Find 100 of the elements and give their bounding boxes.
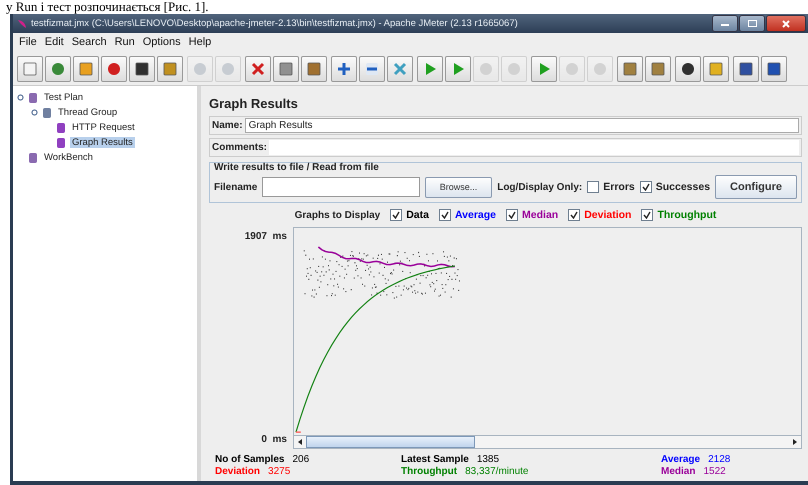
stat-value: 2128: [708, 454, 730, 465]
toolbar-button[interactable]: [129, 56, 155, 82]
circle-icon: [679, 60, 697, 78]
menu-item[interactable]: Options: [142, 36, 181, 50]
circle-icon: [219, 60, 237, 78]
toolbar-button[interactable]: [359, 56, 385, 82]
circle-icon: [105, 60, 123, 78]
stat-label: Median: [661, 466, 696, 477]
toolbar-button[interactable]: [617, 56, 643, 82]
checkbox[interactable]: [506, 209, 518, 221]
window-title: testfizmat.jmx (C:\Users\LENOVO\Desktop\apache-jmeter-2.13\bin\testfizmat.jmx) - Apache JMeter (2.13 r1665067): [31, 18, 519, 29]
checkbox[interactable]: [568, 209, 580, 221]
plus-icon: [335, 60, 353, 78]
checkbox[interactable]: [640, 181, 652, 193]
minimize-button[interactable]: [712, 15, 738, 32]
maximize-button[interactable]: [739, 15, 765, 32]
tree-item[interactable]: WorkBench: [42, 152, 95, 163]
checkbox[interactable]: [390, 209, 402, 221]
menu-item[interactable]: Run: [114, 36, 135, 50]
log-display-label: Log/Display Only:: [497, 182, 582, 192]
node-icon: [27, 92, 39, 104]
expand-toggle-icon[interactable]: [31, 109, 38, 116]
square-icon: [737, 60, 755, 78]
stat-label: Deviation: [215, 466, 260, 477]
square-icon: [649, 60, 667, 78]
checkbox-option[interactable]: Throughput: [641, 209, 716, 221]
menu-item[interactable]: Search: [72, 36, 107, 50]
document-text: у Run і тест розпочинається [Рис. 1].: [5, 0, 210, 14]
comments-field[interactable]: [269, 140, 799, 155]
stat-value: 1522: [703, 466, 726, 477]
feather-icon: [17, 18, 27, 28]
toolbar-button[interactable]: [331, 56, 357, 82]
stat-value: 1385: [476, 454, 500, 465]
menu-item[interactable]: Edit: [44, 36, 64, 50]
checkbox-option[interactable]: Average: [438, 209, 496, 221]
close-button[interactable]: [766, 15, 806, 32]
tree-item[interactable]: Thread Group: [56, 107, 120, 118]
square-icon: [77, 60, 95, 78]
checkbox-option[interactable]: Data: [390, 209, 429, 221]
checkbox-option[interactable]: Successes: [640, 181, 710, 193]
tree-item[interactable]: HTTP Request: [70, 122, 137, 133]
checkbox-label: Average: [454, 209, 496, 221]
square-icon: [707, 60, 725, 78]
circle-icon: [49, 60, 67, 78]
circle-icon: [505, 60, 523, 78]
checkbox-label: Errors: [603, 181, 635, 193]
toolbar-button[interactable]: [675, 56, 701, 82]
checkbox[interactable]: [587, 181, 600, 193]
checkbox[interactable]: [438, 209, 451, 221]
panel-title: Graph Results: [209, 96, 299, 111]
circle-icon: [591, 60, 609, 78]
stat-label: Latest Sample: [401, 454, 469, 465]
checkbox[interactable]: [641, 209, 654, 221]
square-icon: [161, 60, 179, 78]
configure-button[interactable]: Configure: [715, 175, 797, 199]
filename-label: Filename: [214, 182, 258, 192]
comments-label: Comments:: [212, 142, 268, 153]
toolbar-button[interactable]: [301, 56, 327, 82]
square-icon: [133, 60, 151, 78]
node-icon: [41, 106, 53, 118]
stat-value: 206: [292, 454, 310, 465]
toolbar-button[interactable]: [645, 56, 671, 82]
toolbar-button[interactable]: [157, 56, 183, 82]
toolbar-button[interactable]: [273, 56, 299, 82]
stat-value: 83,337/minute: [465, 466, 528, 477]
stat-label: No of Samples: [215, 454, 284, 465]
checkbox-option[interactable]: Errors: [587, 181, 635, 193]
square-icon: [305, 60, 323, 78]
menu-item[interactable]: File: [19, 36, 37, 50]
circle-icon: [563, 60, 581, 78]
minimize-icon: [721, 22, 729, 26]
cross-icon: [249, 60, 267, 78]
toolbar-button[interactable]: [733, 56, 759, 82]
square-icon: [765, 60, 783, 78]
expand-toggle-icon[interactable]: [17, 94, 24, 101]
scrollbar-thumb[interactable]: [306, 436, 476, 448]
checkbox-label: Successes: [656, 181, 710, 193]
stat-label: Throughput: [401, 466, 458, 477]
toolbar-button[interactable]: [761, 56, 787, 82]
tree-item[interactable]: Test Plan: [42, 92, 86, 103]
axis-label: 0 ms: [261, 434, 287, 445]
browse-button[interactable]: Browse...: [424, 176, 492, 198]
minus-icon: [363, 60, 381, 78]
tree-item[interactable]: Graph Results: [70, 137, 135, 148]
checkbox-label: Throughput: [657, 209, 716, 221]
stat-label: Average: [661, 454, 700, 465]
circle-icon: [477, 60, 495, 78]
checkbox-option[interactable]: Median: [506, 209, 558, 221]
menu-item[interactable]: Help: [188, 36, 212, 50]
filename-field[interactable]: [262, 177, 420, 197]
scrollbar[interactable]: [294, 435, 801, 448]
square-icon: [621, 60, 639, 78]
name-field[interactable]: Graph Results: [244, 118, 799, 133]
maximize-icon: [748, 20, 756, 27]
square-icon: [277, 60, 295, 78]
checkbox-label: Median: [522, 209, 558, 221]
close-icon: [782, 20, 790, 28]
stat-value: 3275: [268, 466, 290, 477]
axis-label: 1907 ms: [244, 231, 287, 242]
circle-icon: [191, 60, 209, 78]
